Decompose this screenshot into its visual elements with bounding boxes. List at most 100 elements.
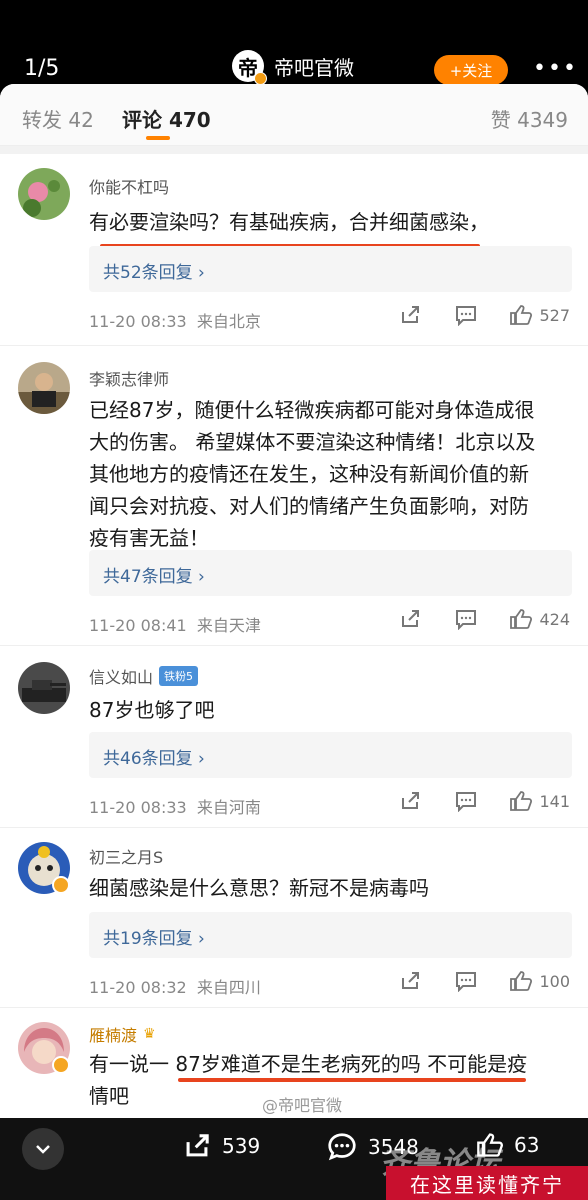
follow-button[interactable]: +关注 <box>434 55 508 85</box>
comment-line: 已经87岁，随便什么轻微疾病都可能对身体造成很 <box>89 398 535 422</box>
repost-icon <box>186 1134 209 1157</box>
tab-likes[interactable]: 赞 4349 <box>491 104 568 133</box>
tab-reposts[interactable]: 转发 42 <box>22 104 94 133</box>
comment-line: 有必要渲染吗？有基础疾病，合并细菌感染， <box>89 210 489 234</box>
divider <box>0 146 588 154</box>
like-count: 424 <box>539 609 570 629</box>
repost-button[interactable]: 539 <box>182 1132 260 1160</box>
avatar[interactable] <box>18 362 70 414</box>
comment-text: 已经87岁，随便什么轻微疾病都可能对身体造成很 大的伤害。 希望媒体不要渲染这种… <box>89 394 568 554</box>
share-icon[interactable] <box>399 304 421 326</box>
page-indicator: 1/5 <box>24 56 60 81</box>
red-underline <box>178 1078 526 1082</box>
top-bar: 1/5 帝 帝吧官微 +关注 ••• <box>0 0 588 90</box>
comment-author[interactable]: 信义如山 铁粉5 <box>89 664 199 688</box>
more-options-icon[interactable]: ••• <box>533 56 578 81</box>
like-button[interactable]: 100 <box>509 970 570 992</box>
share-icon[interactable] <box>399 790 421 812</box>
comment-meta: 11-20 08:33 来自河南 <box>89 794 261 818</box>
avatar[interactable] <box>18 662 70 714</box>
comment-item: 初三之月S 细菌感染是什么意思？新冠不是病毒吗 共19条回复 › 11-20 0… <box>0 828 588 1008</box>
repost-count: 539 <box>222 1134 261 1158</box>
comment-time: 11-20 08:33 <box>89 798 187 817</box>
comment-line: 其他地方的疫情还在发生，这种没有新闻价值的新 <box>89 462 529 486</box>
comment-line: 87岁也够了吧 <box>89 698 215 722</box>
like-count: 63 <box>514 1133 540 1157</box>
reply-icon[interactable] <box>455 608 477 630</box>
share-icon[interactable] <box>399 970 421 992</box>
fan-badge: 铁粉5 <box>159 666 199 686</box>
tab-bar: 转发 42 评论 470 赞 4349 <box>0 84 588 146</box>
account-name[interactable]: 帝吧官微 <box>274 52 354 81</box>
comment-line: 细菌感染是什么意思？新冠不是病毒吗 <box>89 876 429 900</box>
comments-sheet: 转发 42 评论 470 赞 4349 你能不杠吗 有必要渲染吗？有基础疾病，合… <box>0 84 588 1118</box>
active-tab-indicator <box>146 136 170 140</box>
comment-meta: 11-20 08:33 来自北京 <box>89 308 261 332</box>
like-button[interactable]: 141 <box>509 790 570 812</box>
chevron-down-icon <box>36 1145 50 1154</box>
watermark-credit: @帝吧官微 <box>262 1096 343 1115</box>
comment-text: 有必要渲染吗？有基础疾病，合并细菌感染， <box>89 206 568 238</box>
comment-line: 有一说一 87岁难道不是生老病死的吗 不可能是疫 <box>89 1052 528 1076</box>
reply-icon[interactable] <box>455 304 477 326</box>
comment-text: 87岁也够了吧 <box>89 694 568 726</box>
comment-line: 闻只会对抗疫、对人们的情绪产生负面影响，对防 <box>89 494 529 518</box>
lotus-avatar-image <box>18 168 70 220</box>
crown-icon: ♛ <box>143 1026 156 1042</box>
like-count: 100 <box>539 971 570 991</box>
comment-time: 11-20 08:33 <box>89 312 187 331</box>
comment-actions: 424 <box>399 608 570 630</box>
comment-author[interactable]: 李颖志律师 <box>89 366 169 390</box>
comment-time: 11-20 08:32 <box>89 978 187 997</box>
account-header[interactable]: 帝 帝吧官微 <box>232 50 354 85</box>
comment-item: 你能不杠吗 有必要渲染吗？有基础疾病，合并细菌感染， 共52条回复 › 11-2… <box>0 154 588 346</box>
tank-avatar-image <box>18 662 70 714</box>
share-icon[interactable] <box>399 608 421 630</box>
comment-meta: 11-20 08:32 来自四川 <box>89 974 261 998</box>
replies-button[interactable]: 共47条回复 › <box>89 550 572 596</box>
replies-button[interactable]: 共52条回复 › <box>89 246 572 292</box>
comment-author[interactable]: 你能不杠吗 <box>89 174 169 198</box>
thumbs-up-icon <box>510 791 533 811</box>
comment-location: 来自北京 <box>196 312 261 331</box>
replies-label: 共52条回复 › <box>103 263 205 283</box>
replies-button[interactable]: 共19条回复 › <box>89 912 572 958</box>
comment-line: 大的伤害。 希望媒体不要渲染这种情绪！北京以及 <box>89 430 536 454</box>
thumbs-up-icon <box>510 609 533 629</box>
like-count: 527 <box>539 305 570 325</box>
author-name: 信义如山 <box>89 668 154 687</box>
replies-button[interactable]: 共46条回复 › <box>89 732 572 778</box>
comment-item: 李颖志律师 已经87岁，随便什么轻微疾病都可能对身体造成很 大的伤害。 希望媒体… <box>0 346 588 646</box>
tab-comments[interactable]: 评论 470 <box>122 104 211 133</box>
avatar[interactable] <box>18 168 70 220</box>
replies-label: 共46条回复 › <box>103 749 205 769</box>
like-count: 141 <box>539 791 570 811</box>
comment-icon <box>328 1133 356 1161</box>
verified-badge-icon <box>52 1056 70 1074</box>
replies-label: 共19条回复 › <box>103 929 205 949</box>
comment-author[interactable]: 初三之月S <box>89 844 163 868</box>
comment-time: 11-20 08:41 <box>89 616 187 635</box>
author-name: 雁楠渡 <box>89 1026 138 1045</box>
thumbs-up-icon <box>510 971 533 991</box>
lawyer-avatar-image <box>18 362 70 414</box>
comment-actions: 141 <box>399 790 570 812</box>
replies-label: 共47条回复 › <box>103 567 205 587</box>
site-tagline: 在这里读懂齐宁 <box>386 1166 588 1200</box>
comment-actions: 100 <box>399 970 570 992</box>
comment-location: 来自河南 <box>196 798 261 817</box>
comment-text: 细菌感染是什么意思？新冠不是病毒吗 <box>89 872 568 904</box>
like-button[interactable]: 424 <box>509 608 570 630</box>
comment-location: 来自四川 <box>196 978 261 997</box>
like-button[interactable]: 527 <box>509 304 570 326</box>
reply-icon[interactable] <box>455 970 477 992</box>
comment-actions: 527 <box>399 304 570 326</box>
account-avatar[interactable]: 帝 <box>232 50 267 85</box>
comment-item: 信义如山 铁粉5 87岁也够了吧 共46条回复 › 11-20 08:33 来自… <box>0 646 588 828</box>
comment-author[interactable]: 雁楠渡 ♛ <box>89 1022 156 1046</box>
comment-location: 来自天津 <box>196 616 261 635</box>
collapse-button[interactable] <box>22 1128 64 1170</box>
thumbs-up-icon <box>510 305 533 325</box>
reply-icon[interactable] <box>455 790 477 812</box>
verified-badge-icon <box>52 876 70 894</box>
